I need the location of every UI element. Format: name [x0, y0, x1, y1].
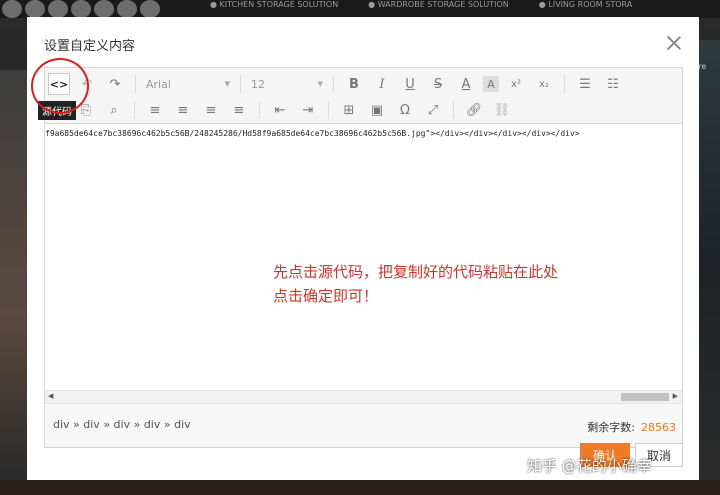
editor-statusbar: div » div » div » div » div 剩余字数: 28563: [45, 403, 682, 447]
editor-content-area[interactable]: f9a685de64ce7bc38696c462b5c56B/248245286…: [45, 125, 682, 390]
toolbar-divider: [259, 101, 260, 119]
link-icon[interactable]: 🔗︎: [463, 99, 485, 121]
toolbar-row-2: ⎘ ⌕ ≡ ≡ ≡ ≡ ⇤ ⇥ ⊞ ▣ Ω ⤢ 🔗︎ ⛓: [45, 96, 516, 124]
certification-logo: [2, 0, 22, 18]
background-nav-item: ● KITCHEN STORAGE SOLUTION: [210, 0, 339, 9]
certification-logo: [48, 0, 68, 18]
close-icon[interactable]: [666, 35, 682, 51]
annotation-line: 先点击源代码，把复制好的代码粘贴在此处: [273, 263, 559, 281]
fullscreen-icon[interactable]: ⤢: [422, 99, 444, 121]
toolbar-row-1: <> ↶ ↷ Arial ▼ 12 ▼ B I U S A A x² x₂ ☰ …: [45, 70, 627, 98]
outdent-icon[interactable]: ⇤: [269, 99, 291, 121]
certification-logo: [140, 0, 160, 18]
background-color-button[interactable]: A: [483, 76, 499, 92]
font-family-select[interactable]: Arial ▼: [142, 74, 234, 94]
annotation-line: 点击确定即可！: [273, 287, 379, 305]
toolbar-divider: [453, 101, 454, 119]
toolbar-divider: [564, 75, 565, 93]
unlink-icon[interactable]: ⛓: [491, 99, 513, 121]
zhihu-watermark: 知乎 @花的小确幸: [527, 457, 652, 475]
toolbar-divider: [240, 75, 241, 93]
italic-button[interactable]: I: [371, 73, 393, 95]
highlight-circle: [31, 58, 89, 114]
align-right-icon[interactable]: ≡: [200, 99, 222, 121]
numbered-list-icon[interactable]: ☷: [602, 73, 624, 95]
scrollbar-thumb[interactable]: [621, 393, 669, 401]
word-count-label: 剩余字数:: [587, 421, 635, 434]
dialog-title: 设置自定义内容: [44, 39, 136, 54]
toolbar-divider: [328, 101, 329, 119]
chevron-down-icon: ▼: [224, 80, 230, 88]
font-color-button[interactable]: A: [455, 73, 477, 95]
element-path-breadcrumb[interactable]: div » div » div » div » div: [53, 418, 191, 431]
toolbar-divider: [134, 101, 135, 119]
bullet-list-icon[interactable]: ☰: [574, 73, 596, 95]
certification-logo: [117, 0, 137, 18]
align-left-icon[interactable]: ≡: [144, 99, 166, 121]
image-icon[interactable]: ▣: [366, 99, 388, 121]
background-nav-item: ● WARDROBE STORAGE SOLUTION: [368, 0, 509, 9]
certification-logo: [71, 0, 91, 18]
subscript-button[interactable]: x₂: [533, 73, 555, 95]
underline-button[interactable]: U: [399, 73, 421, 95]
special-character-button[interactable]: Ω: [394, 99, 416, 121]
editor-toolbar: <> ↶ ↷ Arial ▼ 12 ▼ B I U S A A x² x₂ ☰ …: [45, 68, 682, 124]
toolbar-divider: [135, 75, 136, 93]
background-nav-item: ● LIVING ROOM STORA: [538, 0, 633, 9]
scroll-right-icon[interactable]: ▶: [673, 392, 678, 400]
source-code-text: f9a685de64ce7bc38696c462b5c56B/248245286…: [45, 129, 580, 138]
background-logos: [0, 0, 160, 18]
align-justify-icon[interactable]: ≡: [228, 99, 250, 121]
toolbar-divider: [333, 75, 334, 93]
custom-content-dialog: 设置自定义内容 <> ↶ ↷ Arial ▼ 12 ▼ B I U S A A …: [27, 17, 699, 480]
font-size-select[interactable]: 12 ▼: [247, 74, 327, 94]
rich-text-editor: <> ↶ ↷ Arial ▼ 12 ▼ B I U S A A x² x₂ ☰ …: [44, 67, 683, 448]
certification-logo: [94, 0, 114, 18]
instruction-annotation: 先点击源代码，把复制好的代码粘贴在此处 点击确定即可！: [273, 260, 558, 308]
strikethrough-button[interactable]: S: [427, 73, 449, 95]
superscript-button[interactable]: x²: [505, 73, 527, 95]
font-family-value: Arial: [146, 77, 171, 91]
scroll-left-icon[interactable]: ◀: [48, 392, 53, 400]
align-center-icon[interactable]: ≡: [172, 99, 194, 121]
chevron-down-icon: ▼: [317, 80, 323, 88]
word-count: 剩余字数: 28563: [587, 419, 676, 435]
find-replace-icon[interactable]: ⌕: [103, 99, 125, 121]
background-nav: ● KITCHEN STORAGE SOLUTION ● WARDROBE ST…: [210, 0, 720, 18]
word-count-value: 28563: [641, 421, 676, 434]
background-image-left: [0, 70, 28, 480]
horizontal-scrollbar[interactable]: ◀ ▶: [45, 390, 682, 403]
redo-icon[interactable]: ↷: [104, 73, 126, 95]
font-size-value: 12: [251, 77, 265, 91]
bold-button[interactable]: B: [343, 73, 365, 95]
indent-icon[interactable]: ⇥: [297, 99, 319, 121]
certification-logo: [25, 0, 45, 18]
table-icon[interactable]: ⊞: [338, 99, 360, 121]
